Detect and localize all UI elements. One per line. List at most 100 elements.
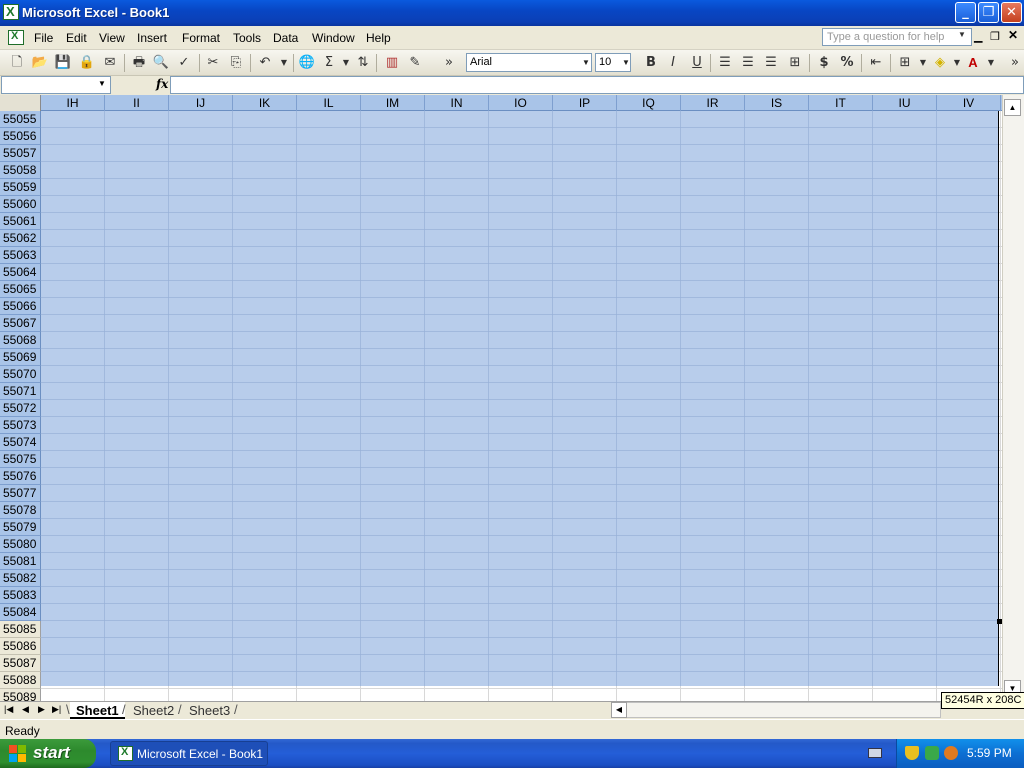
bold-button[interactable]: B <box>642 54 660 72</box>
formula-input[interactable] <box>170 76 1024 94</box>
keyboard-icon[interactable] <box>868 748 882 758</box>
row-header[interactable]: 55071 <box>0 383 41 400</box>
chevron-down-icon[interactable]: ▼ <box>958 30 966 39</box>
insert-function-icon[interactable]: fx <box>156 77 168 91</box>
row-header[interactable]: 55057 <box>0 145 41 162</box>
borders-icon[interactable]: ⊞ <box>896 54 914 72</box>
align-center-icon[interactable]: ☰ <box>739 54 757 72</box>
toolbar-options-chevron-icon[interactable]: » <box>1006 54 1024 72</box>
undo-icon[interactable]: ↶ <box>256 54 274 72</box>
last-sheet-icon[interactable]: ▶| <box>52 704 61 715</box>
row-header[interactable]: 55069 <box>0 349 41 366</box>
column-header[interactable]: IQ <box>617 95 681 111</box>
first-sheet-icon[interactable]: |◀ <box>4 704 13 715</box>
column-header[interactable]: IS <box>745 95 809 111</box>
tab-sheet3[interactable]: Sheet3 <box>183 702 236 719</box>
undo-dropdown-icon[interactable]: ▼ <box>275 54 293 72</box>
align-right-icon[interactable]: ☰ <box>762 54 780 72</box>
minimize-button[interactable]: _ <box>955 2 976 23</box>
copy-icon[interactable]: ⎘ <box>227 54 245 72</box>
spelling-icon[interactable]: ✓ <box>175 54 193 72</box>
chevron-down-icon[interactable]: ▼ <box>622 58 630 67</box>
vertical-scrollbar[interactable] <box>1002 95 1024 701</box>
row-header[interactable]: 55078 <box>0 502 41 519</box>
start-button[interactable]: start <box>0 739 96 768</box>
save-icon[interactable]: 💾 <box>54 54 72 72</box>
row-header[interactable]: 55083 <box>0 587 41 604</box>
excel-app-icon[interactable] <box>3 4 19 20</box>
menu-view[interactable]: View <box>99 31 125 45</box>
row-header[interactable]: 55081 <box>0 553 41 570</box>
scroll-left-arrow-icon[interactable]: ◀ <box>611 702 627 718</box>
chevron-down-icon[interactable]: ▼ <box>98 79 106 88</box>
column-header[interactable]: IL <box>297 95 361 111</box>
merge-center-icon[interactable]: ⊞ <box>786 54 804 72</box>
menu-insert[interactable]: Insert <box>137 31 167 45</box>
align-left-icon[interactable]: ☰ <box>716 54 734 72</box>
row-header[interactable]: 55067 <box>0 315 41 332</box>
row-header[interactable]: 55075 <box>0 451 41 468</box>
row-header[interactable]: 55082 <box>0 570 41 587</box>
row-header[interactable]: 55056 <box>0 128 41 145</box>
column-header[interactable]: IJ <box>169 95 233 111</box>
row-header[interactable]: 55085 <box>0 621 41 638</box>
prev-sheet-icon[interactable]: ◀ <box>22 704 29 715</box>
cell-selection[interactable] <box>41 111 999 686</box>
select-all-corner[interactable] <box>0 95 41 111</box>
toolbar-options-chevron-icon[interactable]: » <box>440 54 458 72</box>
autosum-dropdown-icon[interactable]: ▼ <box>337 54 355 72</box>
security-shield-icon[interactable] <box>905 746 919 760</box>
new-document-icon[interactable]: 🗋 <box>8 54 26 72</box>
row-header[interactable]: 55062 <box>0 230 41 247</box>
font-name-select[interactable]: Arial <box>466 53 592 72</box>
print-preview-icon[interactable]: 🔍 <box>152 54 170 72</box>
currency-button[interactable]: $ <box>815 54 833 72</box>
column-header[interactable]: IN <box>425 95 489 111</box>
next-sheet-icon[interactable]: ▶ <box>38 704 45 715</box>
chevron-down-icon[interactable]: ▼ <box>582 58 590 67</box>
row-header[interactable]: 55072 <box>0 400 41 417</box>
row-header[interactable]: 55080 <box>0 536 41 553</box>
row-header[interactable]: 55059 <box>0 179 41 196</box>
menu-edit[interactable]: Edit <box>66 31 87 45</box>
fill-color-icon[interactable]: ◈ <box>931 54 949 72</box>
search-icon[interactable] <box>944 746 958 760</box>
network-icon[interactable] <box>925 746 939 760</box>
help-search-input[interactable]: Type a question for help <box>822 28 972 46</box>
drawing-icon[interactable]: ✎ <box>406 54 424 72</box>
taskbar-excel-button[interactable]: Microsoft Excel - Book1 <box>110 741 268 766</box>
maximize-button[interactable]: ❐ <box>978 2 999 23</box>
row-header[interactable]: 55066 <box>0 298 41 315</box>
row-header[interactable]: 55089 <box>0 689 41 701</box>
row-header[interactable]: 55087 <box>0 655 41 672</box>
hyperlink-icon[interactable]: 🌐 <box>298 54 316 72</box>
row-header[interactable]: 55088 <box>0 672 41 689</box>
menu-tools[interactable]: Tools <box>233 31 261 45</box>
worksheet-grid[interactable]: IH II IJ IK IL IM IN IO IP IQ IR IS IT IU IV 55055 5505… <box>0 95 1002 701</box>
email-icon[interactable]: ✉ <box>101 54 119 72</box>
column-header[interactable]: IR <box>681 95 745 111</box>
decrease-indent-icon[interactable]: ⇤ <box>867 54 885 72</box>
italic-button[interactable]: I <box>664 54 682 72</box>
row-header[interactable]: 55070 <box>0 366 41 383</box>
row-header[interactable]: 55084 <box>0 604 41 621</box>
row-header[interactable]: 55060 <box>0 196 41 213</box>
column-header[interactable]: II <box>105 95 169 111</box>
column-header[interactable]: IU <box>873 95 937 111</box>
column-header[interactable]: IK <box>233 95 297 111</box>
column-header[interactable]: IO <box>489 95 553 111</box>
row-header[interactable]: 55074 <box>0 434 41 451</box>
scroll-up-arrow-icon[interactable]: ▲ <box>1004 99 1021 116</box>
font-color-dropdown-icon[interactable]: ▼ <box>982 54 1000 72</box>
underline-button[interactable]: U <box>688 54 706 72</box>
workbook-close-icon[interactable]: ✕ <box>1008 28 1018 42</box>
sort-ascending-icon[interactable]: ⇅ <box>354 54 372 72</box>
menu-window[interactable]: Window <box>312 31 355 45</box>
chart-wizard-icon[interactable]: ▥ <box>383 54 401 72</box>
row-header[interactable]: 55079 <box>0 519 41 536</box>
name-box[interactable] <box>1 76 111 94</box>
row-header[interactable]: 55065 <box>0 281 41 298</box>
menu-file[interactable]: File <box>34 31 53 45</box>
borders-dropdown-icon[interactable]: ▼ <box>914 54 932 72</box>
menu-data[interactable]: Data <box>273 31 298 45</box>
